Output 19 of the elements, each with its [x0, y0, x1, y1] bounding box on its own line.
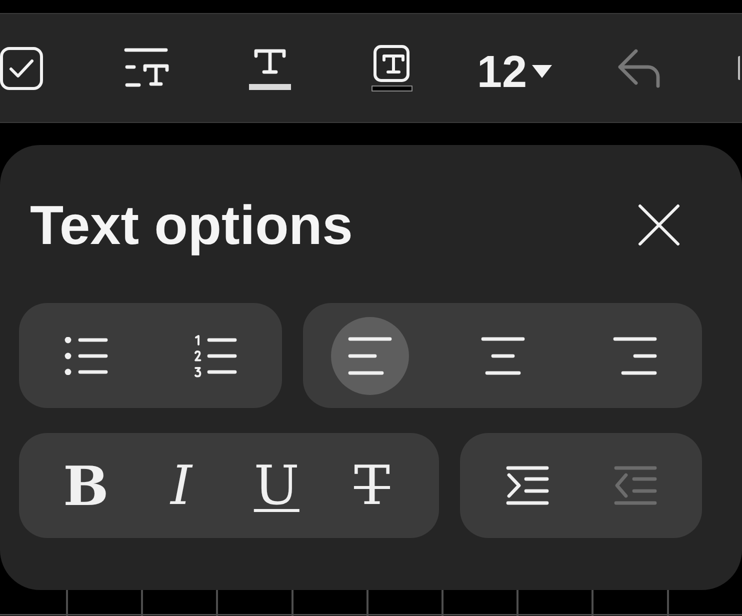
align-center-icon — [480, 336, 524, 374]
numbered-list-icon — [193, 334, 237, 378]
cut-off-icon[interactable] — [738, 56, 740, 80]
caret-down-icon — [532, 64, 552, 78]
strikethrough-button[interactable]: T — [332, 446, 411, 524]
indent-icon — [506, 466, 548, 505]
panel-title: Text options — [30, 195, 353, 255]
highlight-text-icon[interactable] — [371, 44, 413, 92]
font-size-dropdown[interactable]: 12 — [477, 48, 552, 94]
outdent-icon — [614, 466, 656, 505]
underline-button[interactable]: U — [238, 446, 316, 524]
checkbox-icon[interactable] — [0, 46, 43, 90]
bullet-list-icon — [64, 336, 108, 374]
italic-button[interactable]: I — [142, 446, 220, 524]
close-icon[interactable] — [638, 204, 680, 246]
bold-button[interactable]: B — [47, 446, 125, 524]
align-right-icon — [613, 336, 657, 374]
text-lines-icon[interactable] — [123, 47, 169, 89]
align-left-icon — [348, 336, 392, 374]
